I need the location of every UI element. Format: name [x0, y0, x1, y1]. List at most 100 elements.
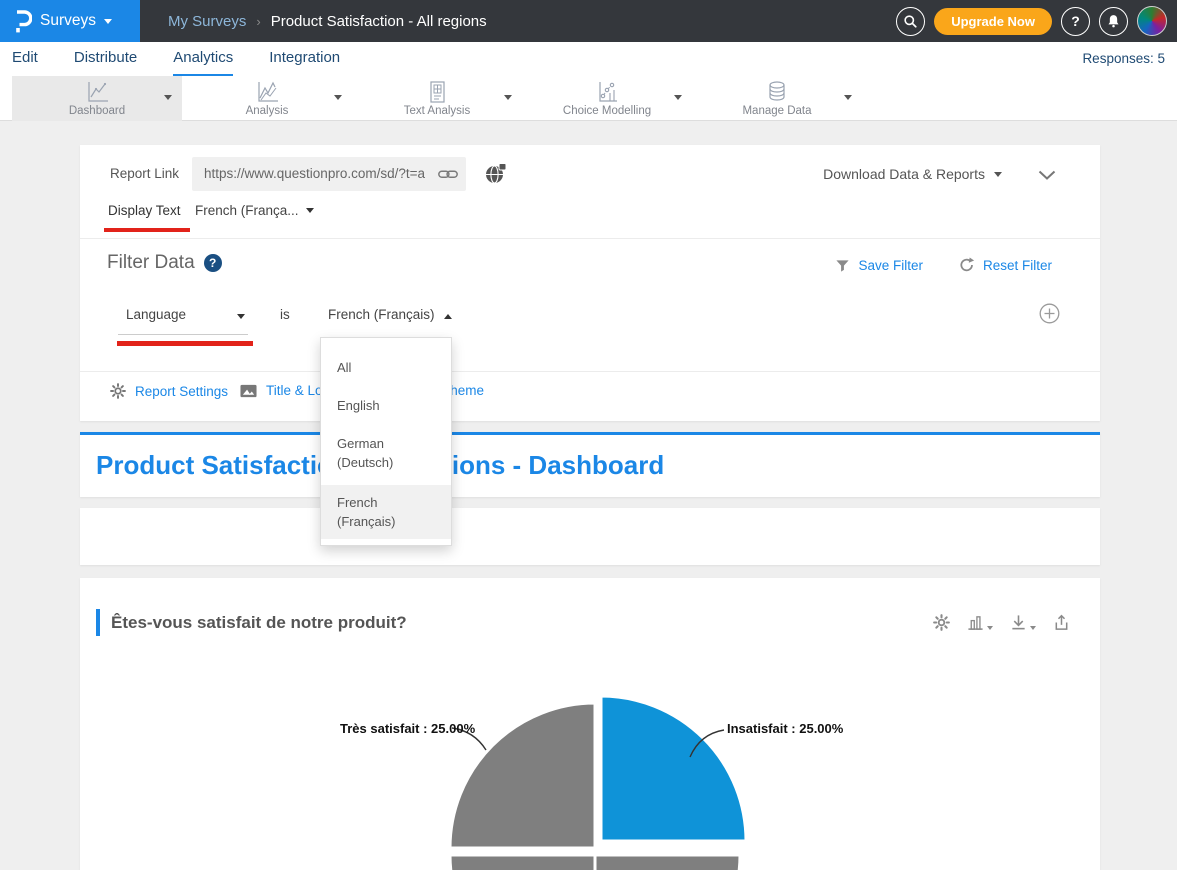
add-filter-condition-button[interactable] — [1039, 303, 1060, 324]
collapse-panel-chevron-icon[interactable] — [1038, 170, 1056, 181]
toolbar-manage-data[interactable]: Manage Data — [692, 76, 862, 121]
breadcrumb: My Surveys › Product Satisfaction - All … — [168, 0, 487, 42]
pie-chart-svg — [80, 578, 1100, 870]
report-link-input[interactable]: https://www.questionpro.com/sd/?t=a — [192, 157, 466, 191]
tab-analytics[interactable]: Analytics — [173, 42, 233, 76]
save-filter-button[interactable]: Save Filter — [835, 257, 923, 273]
chevron-down-icon — [306, 208, 314, 213]
chevron-down-icon[interactable] — [334, 95, 342, 100]
dashboard-title-card: Product Satisfaction - All regions - Das… — [80, 432, 1100, 497]
search-icon — [903, 14, 918, 29]
report-panel: Report Link https://www.questionpro.com/… — [80, 145, 1100, 421]
filter-data-label: Filter Data — [107, 252, 195, 274]
filter-value-text: French (Français) — [328, 307, 435, 322]
filter-field-active-underline — [117, 341, 253, 346]
reset-filter-label: Reset Filter — [983, 258, 1052, 273]
chevron-down-icon[interactable] — [844, 95, 852, 100]
divider — [80, 371, 1100, 372]
filter-field-select[interactable]: Language — [118, 297, 248, 335]
chevron-down-icon — [994, 172, 1002, 177]
toolbar-choice-modelling[interactable]: Choice Modelling — [522, 76, 692, 121]
analytics-toolbar: Dashboard Analysis Text Analysis — [0, 76, 1177, 121]
empty-report-block — [80, 508, 1100, 565]
choice-modelling-icon — [594, 80, 620, 104]
chevron-down-icon[interactable] — [674, 95, 682, 100]
topbar-actions: Upgrade Now ? — [896, 0, 1167, 42]
product-switcher[interactable]: Surveys — [0, 0, 140, 42]
report-quick-links: Report Settings Title & Logo Theme — [80, 381, 1100, 411]
bell-icon — [1106, 13, 1121, 29]
globe-lock-icon[interactable] — [484, 163, 507, 185]
analysis-chart-icon — [254, 80, 280, 104]
image-icon — [240, 384, 257, 398]
breadcrumb-current-survey: Product Satisfaction - All regions — [271, 13, 487, 30]
dropdown-option-german[interactable]: German (Deutsch) — [321, 428, 451, 478]
active-tab-underline — [104, 228, 190, 232]
help-button[interactable]: ? — [1061, 7, 1090, 36]
pie-label-insatisfait: Insatisfait : 25.00% — [727, 721, 843, 736]
pie-slice-bottom-left[interactable] — [450, 855, 595, 870]
report-link-label: Report Link — [110, 157, 179, 191]
responses-count: Responses: 5 — [1082, 42, 1165, 76]
funnel-icon — [835, 258, 850, 273]
questionpro-logo-icon — [13, 9, 32, 34]
download-data-reports-dropdown[interactable]: Download Data & Reports — [823, 157, 1002, 191]
question-chart-card: Êtes-vous satisfait de notre produit? — [80, 578, 1100, 870]
chevron-down-icon — [237, 314, 245, 319]
upgrade-now-button[interactable]: Upgrade Now — [934, 8, 1052, 35]
pie-slice-insatisfait[interactable] — [601, 696, 746, 841]
questionpro-analytics-page: Surveys My Surveys › Product Satisfactio… — [0, 0, 1177, 870]
user-avatar[interactable] — [1137, 6, 1167, 36]
dropdown-option-english[interactable]: English — [321, 390, 451, 421]
display-language-value: French (França... — [195, 203, 299, 218]
download-data-reports-label: Download Data & Reports — [823, 166, 985, 182]
toolbar-analysis[interactable]: Analysis — [182, 76, 352, 121]
tab-distribute[interactable]: Distribute — [74, 42, 137, 76]
breadcrumb-my-surveys[interactable]: My Surveys — [168, 13, 246, 30]
save-filter-label: Save Filter — [858, 258, 923, 273]
refresh-icon — [959, 257, 975, 273]
chevron-down-icon — [104, 19, 112, 24]
toolbar-dashboard[interactable]: Dashboard — [12, 76, 182, 121]
display-language-dropdown[interactable]: French (França... — [195, 203, 314, 218]
top-bar: Surveys My Surveys › Product Satisfactio… — [0, 0, 1177, 42]
text-analysis-icon — [424, 80, 450, 104]
breadcrumb-separator: › — [256, 14, 260, 29]
dropdown-option-french[interactable]: French (Français) — [321, 485, 451, 539]
gear-icon — [110, 383, 126, 399]
divider — [80, 238, 1100, 239]
toolbar-label: Analysis — [246, 105, 289, 117]
chevron-down-icon[interactable] — [164, 95, 172, 100]
filter-field-value: Language — [126, 307, 186, 322]
dropdown-option-all[interactable]: All — [321, 352, 451, 383]
app-name: Surveys — [40, 12, 96, 30]
chevron-down-icon[interactable] — [504, 95, 512, 100]
tab-display-text[interactable]: Display Text — [108, 203, 181, 218]
filter-data-heading: Filter Data ? — [107, 252, 222, 274]
search-button[interactable] — [896, 7, 925, 36]
toolbar-label: Choice Modelling — [563, 105, 651, 117]
filter-operator: is — [280, 307, 290, 322]
survey-nav-tabs: Edit Distribute Analytics Integration Re… — [0, 42, 1177, 76]
reset-filter-button[interactable]: Reset Filter — [959, 257, 1052, 273]
pie-label-tres-satisfait: Très satisfait : 25.00% — [340, 721, 475, 736]
chevron-up-icon — [444, 314, 452, 319]
language-dropdown-menu: All English German (Deutsch) French (Fra… — [320, 337, 452, 546]
filter-help-icon[interactable]: ? — [204, 254, 222, 272]
toolbar-text-analysis[interactable]: Text Analysis — [352, 76, 522, 121]
pie-slice-bottom-right[interactable] — [595, 855, 740, 870]
report-settings-label: Report Settings — [135, 384, 228, 399]
question-mark-icon: ? — [1071, 13, 1080, 29]
pie-chart: Très satisfait : 25.00% Insatisfait : 25… — [80, 578, 1100, 870]
link-icon[interactable] — [437, 166, 459, 182]
filter-value-select[interactable]: French (Français) — [320, 297, 455, 335]
dashboard-chart-icon — [84, 80, 110, 104]
toolbar-label: Dashboard — [69, 105, 125, 117]
database-icon — [764, 80, 790, 104]
tab-edit[interactable]: Edit — [12, 42, 38, 76]
report-settings-button[interactable]: Report Settings — [110, 383, 228, 399]
tab-integration[interactable]: Integration — [269, 42, 340, 76]
filter-actions: Save Filter Reset Filter — [835, 257, 1052, 273]
notifications-button[interactable] — [1099, 7, 1128, 36]
toolbar-label: Manage Data — [742, 105, 811, 117]
